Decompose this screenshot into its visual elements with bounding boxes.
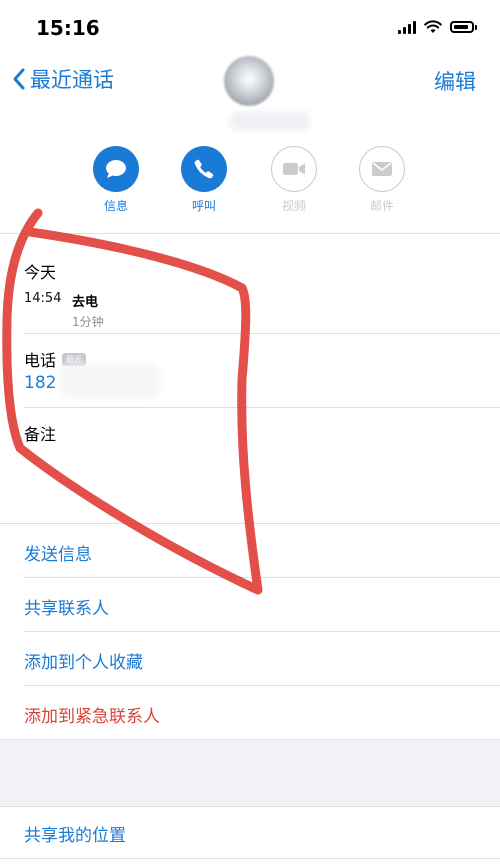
chevron-left-icon — [13, 68, 25, 90]
video-action-button[interactable]: 视频 — [264, 146, 324, 214]
call-time: 14:54 — [24, 291, 62, 306]
add-to-emergency-contacts-link[interactable]: 添加到紧急联系人 — [24, 702, 160, 727]
edit-button[interactable]: 编辑 — [434, 66, 476, 96]
phone-number-link[interactable]: 182 — [24, 373, 56, 393]
divider — [24, 685, 500, 686]
wifi-icon — [424, 20, 442, 33]
divider — [24, 631, 500, 632]
contact-avatar — [224, 56, 274, 106]
video-icon — [271, 146, 317, 192]
status-icons — [398, 20, 477, 34]
mail-icon — [359, 146, 405, 192]
cellular-signal-icon — [398, 20, 416, 34]
divider — [0, 806, 500, 807]
add-to-favorites-link[interactable]: 添加到个人收藏 — [24, 648, 143, 673]
message-action-label: 信息 — [103, 199, 128, 213]
contact-name-redacted — [230, 112, 310, 130]
divider — [24, 407, 500, 408]
phone-icon — [181, 146, 227, 192]
contact-actions: 信息 呼叫 视频 邮件 — [0, 146, 500, 218]
divider — [24, 577, 500, 578]
mail-action-button[interactable]: 邮件 — [352, 146, 412, 214]
notes-field[interactable]: 备注 — [24, 421, 56, 445]
section-gap — [0, 740, 500, 806]
phone-label-text: 电话 — [24, 351, 57, 370]
call-action-button[interactable]: 呼叫 — [174, 146, 234, 214]
call-duration: 1分钟 — [72, 315, 104, 329]
status-bar: 15:16 — [0, 0, 500, 56]
mail-action-label: 邮件 — [369, 199, 394, 213]
battery-icon — [450, 21, 477, 33]
share-my-location-link[interactable]: 共享我的位置 — [24, 821, 126, 846]
message-action-button[interactable]: 信息 — [86, 146, 146, 214]
recent-calls-title: 今天 — [24, 263, 57, 282]
back-button[interactable]: 最近通话 — [12, 64, 114, 94]
send-message-link[interactable]: 发送信息 — [24, 540, 92, 565]
back-label: 最近通话 — [30, 68, 114, 92]
status-time: 15:16 — [36, 16, 100, 40]
divider — [0, 233, 500, 234]
phone-number-redacted — [60, 364, 160, 398]
call-type: 去电 — [72, 295, 99, 310]
divider — [0, 858, 500, 859]
video-action-label: 视频 — [281, 199, 306, 213]
divider — [0, 523, 500, 524]
share-contact-link[interactable]: 共享联系人 — [24, 594, 109, 619]
message-icon — [93, 146, 139, 192]
divider — [24, 333, 500, 334]
call-action-label: 呼叫 — [191, 199, 216, 213]
